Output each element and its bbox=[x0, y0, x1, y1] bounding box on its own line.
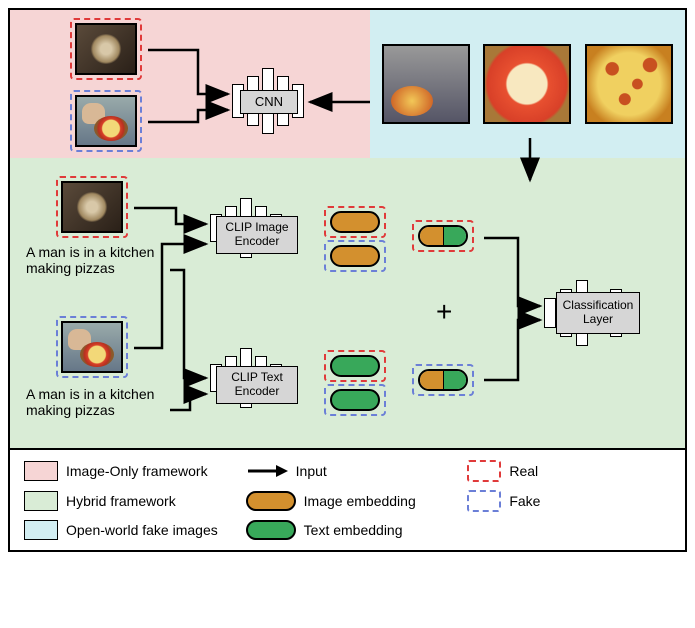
legend-open-world: Open-world fake images bbox=[24, 520, 228, 540]
real-image-kitchen bbox=[75, 23, 137, 75]
legend-dash-red bbox=[467, 460, 501, 482]
legend-swatch-green bbox=[24, 491, 58, 511]
text-emb-real-wrap bbox=[324, 350, 386, 382]
fake-image-manpizza bbox=[75, 95, 137, 147]
legend-label: Input bbox=[296, 463, 327, 479]
legend-fake: Fake bbox=[467, 490, 671, 512]
legend-input: Input bbox=[246, 461, 450, 481]
open-world-image-3 bbox=[585, 44, 673, 124]
legend-pill-green bbox=[246, 520, 296, 540]
legend-dash-blue bbox=[467, 490, 501, 512]
pink-arrows-icon bbox=[10, 10, 370, 158]
image-embedding-fake bbox=[330, 245, 380, 267]
legend: Image-Only framework Input Real Hybrid f… bbox=[10, 448, 685, 550]
legend-label: Image embedding bbox=[304, 493, 416, 509]
legend-label: Fake bbox=[509, 493, 540, 509]
legend-text-embedding: Text embedding bbox=[246, 520, 450, 540]
image-embedding-real bbox=[330, 211, 380, 233]
legend-label: Real bbox=[509, 463, 538, 479]
plus-symbol: + bbox=[436, 296, 452, 328]
caption-top: A man is in a kitchen making pizzas bbox=[26, 244, 184, 276]
hybrid-fake-image-frame bbox=[56, 316, 128, 378]
clip-text-encoder-module: CLIP Text Encoder bbox=[216, 366, 298, 404]
diagram-frame: CNN bbox=[8, 8, 687, 552]
cnn-module: CNN bbox=[240, 90, 298, 114]
arrow-icon bbox=[246, 461, 288, 481]
image-only-framework-region: CNN bbox=[10, 10, 370, 158]
legend-label: Text embedding bbox=[304, 522, 403, 538]
open-world-image-2 bbox=[483, 44, 571, 124]
text-embedding-real bbox=[330, 355, 380, 377]
text-emb-fake-wrap bbox=[324, 384, 386, 416]
image-emb-fake-wrap bbox=[324, 240, 386, 272]
image-emb-real-wrap bbox=[324, 206, 386, 238]
fake-image-frame bbox=[70, 90, 142, 152]
combined-embedding-real bbox=[418, 225, 468, 247]
legend-hybrid: Hybrid framework bbox=[24, 491, 228, 511]
legend-real: Real bbox=[467, 460, 671, 482]
hybrid-real-image-frame bbox=[56, 176, 128, 238]
real-image-frame bbox=[70, 18, 142, 80]
legend-label: Open-world fake images bbox=[66, 522, 218, 538]
open-world-region bbox=[370, 10, 685, 158]
legend-image-only: Image-Only framework bbox=[24, 461, 228, 481]
legend-image-embedding: Image embedding bbox=[246, 491, 450, 511]
caption-bottom: A man is in a kitchen making pizzas bbox=[26, 386, 184, 418]
hybrid-framework-region: A man is in a kitchen making pizzas A ma… bbox=[10, 158, 685, 448]
legend-label: Hybrid framework bbox=[66, 493, 176, 509]
open-world-image-1 bbox=[382, 44, 470, 124]
text-embedding-fake bbox=[330, 389, 380, 411]
classification-layer-module: Classification Layer bbox=[556, 292, 640, 334]
hybrid-fake-image bbox=[61, 321, 123, 373]
combined-emb-real-wrap bbox=[412, 220, 474, 252]
combined-embedding-fake bbox=[418, 369, 468, 391]
hybrid-real-image bbox=[61, 181, 123, 233]
legend-swatch-blue bbox=[24, 520, 58, 540]
combined-emb-fake-wrap bbox=[412, 364, 474, 396]
legend-swatch-pink bbox=[24, 461, 58, 481]
legend-pill-orange bbox=[246, 491, 296, 511]
legend-label: Image-Only framework bbox=[66, 463, 208, 479]
top-row: CNN bbox=[10, 10, 685, 158]
clip-image-encoder-module: CLIP Image Encoder bbox=[216, 216, 298, 254]
